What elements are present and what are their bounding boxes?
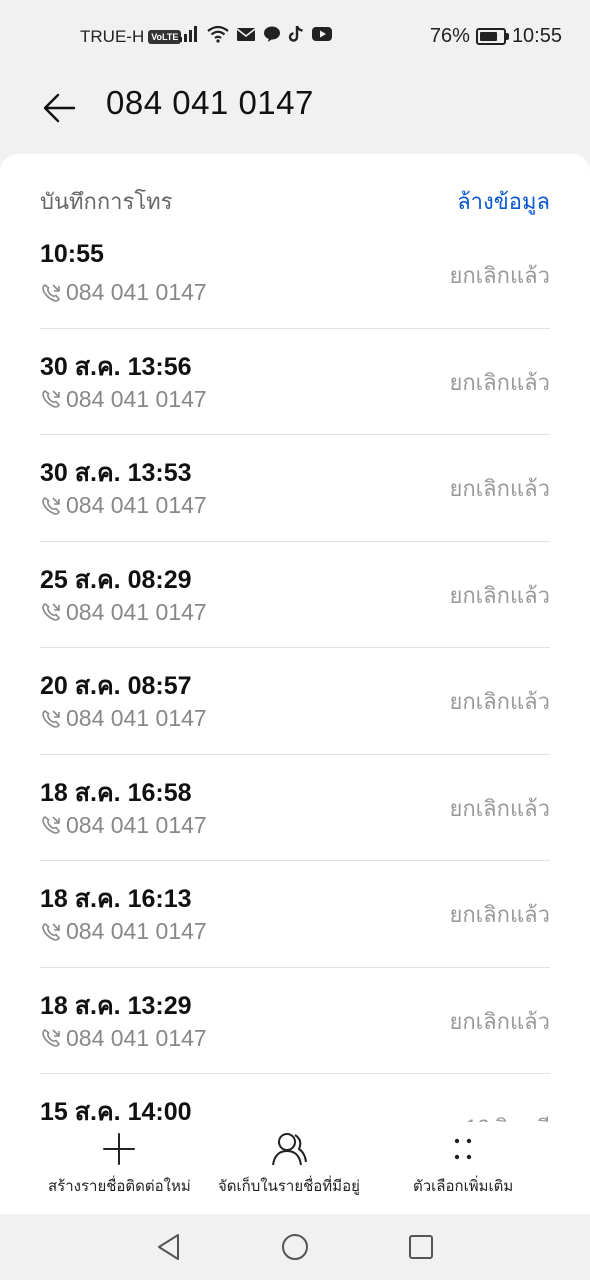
- call-status: ยกเลิกแล้ว: [449, 902, 550, 927]
- call-time: 18 ส.ค. 16:13: [40, 885, 192, 913]
- call-time: 25 ส.ค. 08:29: [40, 565, 192, 594]
- call-number: 084 041 0147: [40, 705, 207, 732]
- new-contact-label: สร้างรายชื่อติดต่อใหม่: [48, 1178, 191, 1195]
- call-time: 30 ส.ค. 13:53: [40, 459, 192, 487]
- battery-icon: [475, 28, 509, 45]
- more-options-button[interactable]: ตัวเลือกเพิ่มเติม: [413, 1130, 513, 1198]
- carrier-label: TRUE-H VoLTE: [80, 27, 182, 47]
- call-number: 084 041 0147: [40, 386, 207, 413]
- call-status: ยกเลิกแล้ว: [449, 795, 550, 821]
- call-log-row[interactable]: 18 ส.ค. 16:13 084 041 0147 ยกเลิกแล้ว: [40, 861, 550, 968]
- outgoing-call-icon: [42, 283, 60, 302]
- call-status: ยกเลิกแล้ว: [449, 476, 550, 501]
- call-status: ยกเลิกแล้ว: [449, 369, 550, 395]
- call-number: 084 041 0147: [40, 279, 207, 306]
- status-right: 76% 10:55: [430, 25, 562, 48]
- call-log-row[interactable]: 18 ส.ค. 13:29 084 041 0147 ยกเลิกแล้ว: [40, 968, 550, 1074]
- call-time: 18 ส.ค. 16:58: [40, 778, 192, 807]
- back-arrow-icon[interactable]: [40, 88, 80, 128]
- status-bar: TRUE-H VoLTE 76% 10:55: [0, 0, 590, 76]
- new-contact-button[interactable]: สร้างรายชื่อติดต่อใหม่: [48, 1130, 191, 1198]
- wifi-icon: [207, 25, 229, 43]
- outgoing-call-icon: [42, 603, 60, 621]
- call-status: ยกเลิกแล้ว: [449, 263, 550, 288]
- call-status: ยกเลิกแล้ว: [449, 1008, 550, 1034]
- save-existing-label: จัดเก็บในรายชื่อที่มีอยู่: [218, 1178, 360, 1195]
- save-to-existing-button[interactable]: จัดเก็บในรายชื่อที่มีอยู่: [218, 1130, 360, 1198]
- call-time: 10:55: [40, 240, 104, 268]
- chat-icon: [264, 26, 280, 42]
- person-icon: [271, 1133, 307, 1166]
- clock: 10:55: [511, 25, 562, 47]
- call-log-row[interactable]: 18 ส.ค. 16:58 084 041 0147 ยกเลิกแล้ว: [40, 755, 550, 861]
- call-time: 30 ส.ค. 13:56: [40, 352, 192, 381]
- call-time: 20 ส.ค. 08:57: [40, 672, 192, 700]
- call-number: 084 041 0147: [40, 1025, 207, 1052]
- call-status: ยกเลิกแล้ว: [449, 582, 550, 608]
- outgoing-call-icon: [42, 1029, 60, 1047]
- battery-percent: 76%: [429, 25, 470, 47]
- call-number: 084 041 0147: [40, 918, 207, 945]
- call-number-text: 084 041 0147: [66, 918, 207, 944]
- call-number-text: 084 041 0147: [66, 598, 207, 625]
- call-log-row[interactable]: 30 ส.ค. 13:53 084 041 0147 ยกเลิกแล้ว: [40, 435, 550, 542]
- tiktok-icon: [288, 25, 303, 42]
- call-log-card: บันทึกการโทร ล้างข้อมูล 10:55 084 041 014…: [0, 154, 590, 1214]
- signal-icon: [179, 26, 197, 42]
- call-log-row[interactable]: 10:55 084 041 0147 ยกเลิกแล้ว: [40, 222, 550, 329]
- carrier-name: TRUE-H: [80, 27, 145, 46]
- call-time: 18 ส.ค. 13:29: [40, 991, 192, 1020]
- call-log-row[interactable]: 20 ส.ค. 08:57 084 041 0147 ยกเลิกแล้ว: [40, 648, 550, 755]
- call-number: 084 041 0147: [40, 812, 207, 839]
- call-log-row[interactable]: 30 ส.ค. 13:56 084 041 0147 ยกเลิกแล้ว: [40, 329, 550, 435]
- call-number: 084 041 0147: [40, 599, 207, 626]
- more-options-label: ตัวเลือกเพิ่มเติม: [413, 1178, 514, 1195]
- page-title: 084 041 0147: [106, 84, 314, 121]
- app-header: 084 041 0147: [0, 76, 590, 154]
- clear-log-button[interactable]: ล้างข้อมูล: [457, 184, 550, 219]
- call-number-text: 084 041 0147: [66, 492, 207, 518]
- plus-icon: [103, 1133, 136, 1165]
- outgoing-call-icon: [42, 922, 60, 941]
- nav-home-icon[interactable]: [280, 1232, 310, 1262]
- mail-icon: [236, 28, 256, 41]
- outgoing-call-icon: [42, 709, 60, 728]
- volte-badge: VoLTE: [148, 30, 182, 44]
- outgoing-call-icon: [42, 390, 60, 408]
- call-list: 10:55 084 041 0147 ยกเลิกแล้ว 30 ส.ค. 13:56…: [40, 222, 550, 1180]
- youtube-icon: [312, 27, 332, 41]
- call-status: ยกเลิกแล้ว: [449, 689, 550, 714]
- call-number-text: 084 041 0147: [66, 811, 207, 838]
- nav-recents-icon[interactable]: [406, 1232, 436, 1262]
- call-number-text: 084 041 0147: [66, 1024, 207, 1051]
- outgoing-call-icon: [42, 496, 60, 515]
- call-log-row[interactable]: 25 ส.ค. 08:29 084 041 0147 ยกเลิกแล้ว: [40, 542, 550, 648]
- call-number-text: 084 041 0147: [66, 279, 207, 305]
- outgoing-call-icon: [42, 816, 60, 834]
- call-number-text: 084 041 0147: [66, 385, 207, 412]
- section-title: บันทึกการโทร: [40, 189, 173, 214]
- nav-back-icon[interactable]: [154, 1232, 184, 1262]
- bottom-action-bar: สร้างรายชื่อติดต่อใหม่ จัดเก็บในรายชื่อท…: [0, 1122, 590, 1214]
- more-dots-icon: [454, 1138, 472, 1160]
- call-number-text: 084 041 0147: [66, 705, 207, 731]
- status-icons: [178, 25, 333, 43]
- call-number: 084 041 0147: [40, 492, 207, 519]
- system-nav-bar: [0, 1214, 590, 1280]
